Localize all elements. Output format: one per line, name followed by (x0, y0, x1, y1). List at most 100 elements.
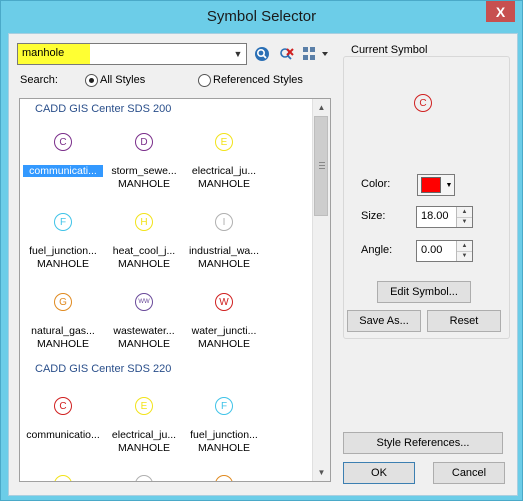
current-symbol-title: Current Symbol (349, 44, 430, 56)
symbol-item[interactable]: C communicatio... (23, 397, 103, 457)
chevron-down-icon: ▼ (317, 468, 326, 477)
grip-line (319, 162, 325, 163)
symbol-category: MANHOLE (37, 258, 89, 270)
radio-referenced-styles-label[interactable]: Referenced Styles (213, 74, 303, 86)
search-scope-label: Search: (20, 74, 58, 86)
symbol-item[interactable]: G natural_gas... MANHOLE (23, 293, 103, 353)
dialog-body: manhole ▼ Search: All Styles Referenced … (8, 33, 518, 496)
size-label: Size: (361, 210, 386, 222)
style-references-button[interactable]: Style References... (343, 432, 503, 454)
symbol-list[interactable]: CADD GIS Center SDS 200 C communicati...… (19, 98, 331, 482)
symbol-glyph-partial (135, 475, 153, 481)
search-button[interactable] (253, 45, 271, 63)
symbol-item[interactable]: F fuel_junction... MANHOLE (184, 397, 264, 457)
symbol-item[interactable]: F fuel_junction... MANHOLE (23, 213, 103, 273)
symbol-glyph: D (135, 133, 153, 151)
angle-decrement-icon[interactable]: ▼ (457, 251, 472, 261)
size-stepper[interactable]: ▲ ▼ (456, 207, 472, 227)
symbol-item[interactable]: W water_juncti... MANHOLE (184, 293, 264, 353)
clear-search-icon (280, 48, 294, 60)
view-options-icon (303, 47, 328, 60)
symbol-name: wastewater... (113, 325, 175, 337)
color-picker-button[interactable]: ▼ (417, 174, 455, 196)
symbol-glyph: WW (135, 293, 153, 311)
angle-stepper[interactable]: ▲ ▼ (456, 241, 472, 261)
symbol-name: water_juncti... (191, 325, 257, 337)
save-as-button[interactable]: Save As... (347, 310, 421, 332)
angle-label: Angle: (361, 244, 393, 256)
symbol-item[interactable]: D storm_sewe... MANHOLE (104, 133, 184, 193)
symbol-glyph: H (135, 213, 153, 231)
size-value: 18.00 (421, 210, 449, 222)
symbol-glyph-partial (215, 475, 233, 481)
symbol-glyph: W (215, 293, 233, 311)
symbol-glyph: C (54, 133, 72, 151)
symbol-selector-window: Symbol Selector X manhole ▼ Search: All … (0, 0, 523, 501)
symbol-category: MANHOLE (198, 442, 250, 454)
angle-spinner[interactable]: 0.00 ▲ ▼ (416, 240, 473, 262)
grip-line (319, 165, 325, 166)
symbol-item[interactable]: E electrical_ju... MANHOLE (104, 397, 184, 457)
symbol-name: fuel_junction... (190, 429, 258, 441)
symbol-category: MANHOLE (118, 442, 170, 454)
symbol-glyph: C (54, 397, 72, 415)
magnifier-icon (255, 47, 269, 61)
symbol-item[interactable]: WW wastewater... MANHOLE (104, 293, 184, 353)
scroll-thumb[interactable] (314, 116, 328, 216)
title-bar[interactable]: Symbol Selector X (1, 1, 522, 33)
symbol-category: MANHOLE (37, 338, 89, 350)
close-icon: X (495, 3, 506, 20)
edit-symbol-button[interactable]: Edit Symbol... (377, 281, 471, 303)
symbol-glyph: E (215, 133, 233, 151)
symbol-category: MANHOLE (198, 338, 250, 350)
symbol-name: industrial_wa... (188, 245, 260, 257)
view-options-button[interactable] (301, 45, 331, 63)
scroll-down-button[interactable]: ▼ (313, 464, 330, 481)
grip-line (319, 168, 325, 169)
close-button[interactable]: X (486, 1, 515, 22)
symbol-glyph: F (54, 213, 72, 231)
reset-button[interactable]: Reset (427, 310, 501, 332)
radio-referenced-styles[interactable] (198, 74, 211, 87)
symbol-category: MANHOLE (198, 258, 250, 270)
color-label: Color: (361, 178, 391, 190)
ok-button[interactable]: OK (343, 462, 415, 484)
search-input[interactable]: manhole ▼ (17, 43, 247, 65)
symbol-category: MANHOLE (118, 338, 170, 350)
symbol-item[interactable]: E electrical_ju... MANHOLE (184, 133, 264, 193)
window-title: Symbol Selector (206, 8, 317, 25)
angle-value: 0.00 (421, 244, 443, 256)
clear-search-button[interactable] (277, 45, 295, 63)
chevron-up-icon: ▲ (317, 103, 326, 112)
symbol-glyph: G (54, 293, 72, 311)
symbol-category: MANHOLE (118, 178, 170, 190)
scroll-up-button[interactable]: ▲ (313, 99, 330, 116)
group-header: CADD GIS Center SDS 220 (35, 363, 172, 375)
symbol-category: MANHOLE (198, 178, 250, 190)
symbol-item[interactable]: H heat_cool_j... MANHOLE (104, 213, 184, 273)
color-swatch (421, 177, 441, 193)
symbol-name: electrical_ju... (191, 165, 257, 177)
chevron-down-icon[interactable]: ▼ (230, 44, 246, 64)
radio-all-styles-label[interactable]: All Styles (100, 74, 145, 86)
symbol-category: MANHOLE (118, 258, 170, 270)
symbol-item[interactable]: C communicati... (23, 133, 103, 193)
symbol-item[interactable]: I industrial_wa... MANHOLE (184, 213, 264, 273)
symbol-glyph: I (215, 213, 233, 231)
symbol-name: fuel_junction... (29, 245, 97, 257)
symbol-glyph-partial (54, 475, 72, 481)
search-value: manhole (22, 47, 65, 59)
current-symbol-preview: C (414, 94, 432, 112)
symbol-name: heat_cool_j... (112, 245, 176, 257)
chevron-down-icon: ▼ (445, 181, 453, 189)
symbol-name: communicatio... (26, 429, 100, 441)
list-scrollbar[interactable]: ▲ ▼ (312, 99, 330, 481)
cancel-button[interactable]: Cancel (433, 462, 505, 484)
symbol-name: storm_sewe... (111, 165, 177, 177)
radio-all-styles[interactable] (85, 74, 98, 87)
size-decrement-icon[interactable]: ▼ (457, 217, 472, 227)
symbol-glyph: E (135, 397, 153, 415)
group-header: CADD GIS Center SDS 200 (35, 103, 172, 115)
symbol-glyph: F (215, 397, 233, 415)
size-spinner[interactable]: 18.00 ▲ ▼ (416, 206, 473, 228)
